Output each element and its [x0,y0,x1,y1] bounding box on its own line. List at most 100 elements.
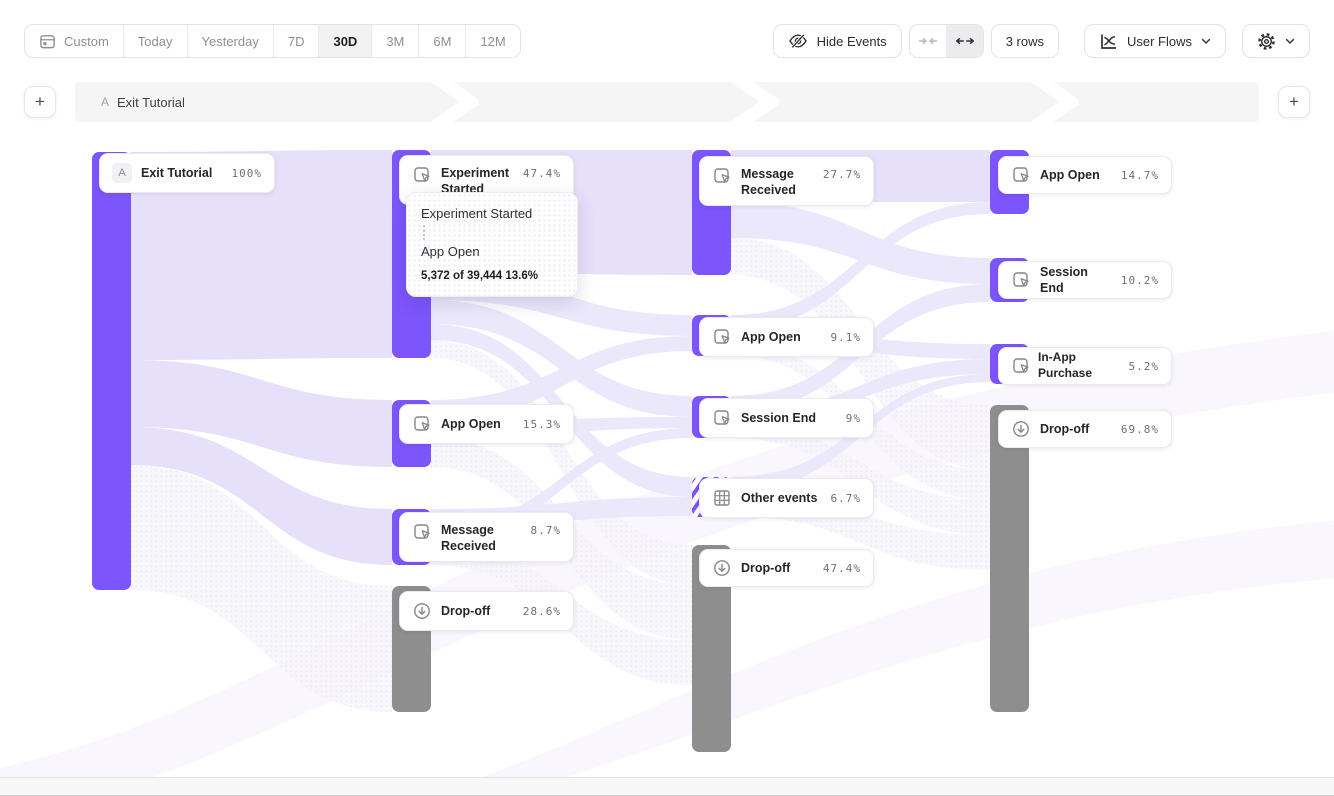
tooltip-stats: 5,372 of 39,444 13.6% [421,270,563,282]
step-chevron-icon [727,82,779,122]
event-icon [712,327,732,347]
flow-node-in-app-purchase-4[interactable]: In-App Purchase 5.2% [998,347,1172,385]
hide-events-button[interactable]: Hide Events [773,24,902,58]
date-range-yesterday[interactable]: Yesterday [188,25,274,57]
step-chevron-icon [1027,82,1079,122]
node-percent: 5.2% [1129,360,1160,373]
view-selector-label: User Flows [1127,34,1192,49]
node-percent: 9.1% [831,331,862,344]
step-a-badge: A [112,163,132,183]
node-percent: 6.7% [831,492,862,505]
node-percent: 100% [232,167,263,180]
node-percent: 27.7% [823,166,861,181]
date-range-7d[interactable]: 7D [274,25,320,57]
calendar-icon [39,33,56,50]
step-breadcrumb-bar[interactable]: A Exit Tutorial [75,82,1259,122]
flow-node-exit-tutorial[interactable]: A Exit Tutorial 100% [99,153,275,193]
date-range-3m[interactable]: 3M [372,25,419,57]
add-step-left-button[interactable]: + [24,86,56,118]
node-label: In-App Purchase [1038,350,1122,381]
step-title: Exit Tutorial [117,95,185,110]
node-label: Session End [1040,264,1112,297]
event-icon [412,522,432,542]
node-percent: 8.7% [531,522,562,537]
tooltip-target-event: App Open [421,244,563,259]
date-range-label: Custom [64,34,109,49]
node-percent: 47.4% [823,562,861,575]
flow-node-app-open-2[interactable]: App Open 15.3% [399,404,574,444]
node-label: App Open [741,329,801,345]
node-percent: 10.2% [1121,274,1159,287]
flow-node-session-end-4[interactable]: Session End 10.2% [998,261,1172,299]
collapse-expand-toggle [909,24,984,58]
expand-horizontal-icon [955,31,975,51]
toolbar-right-group: Hide Events [773,24,1310,58]
flow-node-session-end-3[interactable]: Session End 9% [699,398,874,438]
user-flows-icon [1099,32,1118,51]
tooltip-connector-dots [423,225,425,240]
node-label: Drop-off [741,560,790,576]
flow-node-app-open-4[interactable]: App Open 14.7% [998,156,1172,194]
plus-icon: + [35,92,45,112]
node-percent: 69.8% [1121,423,1159,436]
step-chevron-icon [427,82,479,122]
event-icon [1011,165,1031,185]
node-label: App Open [441,416,501,432]
node-label: Drop-off [1040,421,1089,437]
flow-node-drop-off-3[interactable]: Drop-off 47.4% [699,549,874,587]
node-percent: 9% [846,412,861,425]
dropoff-icon [412,601,432,621]
date-range-selector: Custom Today Yesterday 7D 30D 3M 6M 12M [24,24,521,58]
gear-icon [1257,32,1276,51]
event-icon [712,166,732,186]
node-label: Exit Tutorial [141,165,212,181]
node-percent: 14.7% [1121,169,1159,182]
flow-node-drop-off-4[interactable]: Drop-off 69.8% [998,410,1172,448]
plus-icon: + [1289,92,1299,112]
expand-columns-button[interactable] [946,25,983,57]
settings-button[interactable] [1242,24,1310,58]
flow-bar-drop-off-4[interactable] [990,405,1029,712]
grid-icon [712,488,732,508]
toolbar: Custom Today Yesterday 7D 30D 3M 6M 12M … [24,24,1310,58]
node-percent: 28.6% [523,605,561,618]
collapse-horizontal-icon [918,31,938,51]
flow-node-app-open-3[interactable]: App Open 9.1% [699,317,874,357]
rows-label: 3 rows [1006,34,1044,49]
date-range-custom[interactable]: Custom [25,25,124,57]
step-badge: A [101,95,109,109]
flow-node-other-events-3[interactable]: Other events 6.7% [699,478,874,518]
view-selector-button[interactable]: User Flows [1084,24,1226,58]
flow-node-message-received-2[interactable]: Message Received 8.7% [399,512,574,562]
dropoff-icon [712,558,732,578]
breadcrumb: A Exit Tutorial [101,82,185,122]
hide-events-label: Hide Events [817,34,887,49]
eye-off-icon [788,31,808,51]
node-label: Message Received [741,166,814,199]
flow-node-message-received-3[interactable]: Message Received 27.7% [699,156,874,206]
date-range-12m[interactable]: 12M [466,25,519,57]
event-icon [712,408,732,428]
date-range-30d[interactable]: 30D [319,25,372,57]
chevron-down-icon [1285,36,1295,46]
date-range-6m[interactable]: 6M [419,25,466,57]
node-percent: 15.3% [523,418,561,431]
event-icon [412,414,432,434]
date-range-today[interactable]: Today [124,25,188,57]
add-step-right-button[interactable]: + [1278,86,1310,118]
event-icon [1011,270,1031,290]
flow-bar-exit-tutorial[interactable] [92,152,131,590]
node-label: Drop-off [441,603,490,619]
node-percent: 47.4% [523,165,561,180]
chevron-down-icon [1201,36,1211,46]
event-icon [412,165,432,185]
node-label: Message Received [441,522,517,555]
node-label: App Open [1040,167,1100,183]
flow-link-tooltip: Experiment Started App Open 5,372 of 39,… [406,192,578,297]
event-icon [1011,356,1031,376]
collapse-columns-button[interactable] [910,25,946,57]
flow-node-drop-off-2[interactable]: Drop-off 28.6% [399,591,574,631]
tooltip-source-event: Experiment Started [421,206,563,221]
rows-button[interactable]: 3 rows [991,24,1059,58]
footer-bar [0,777,1334,796]
